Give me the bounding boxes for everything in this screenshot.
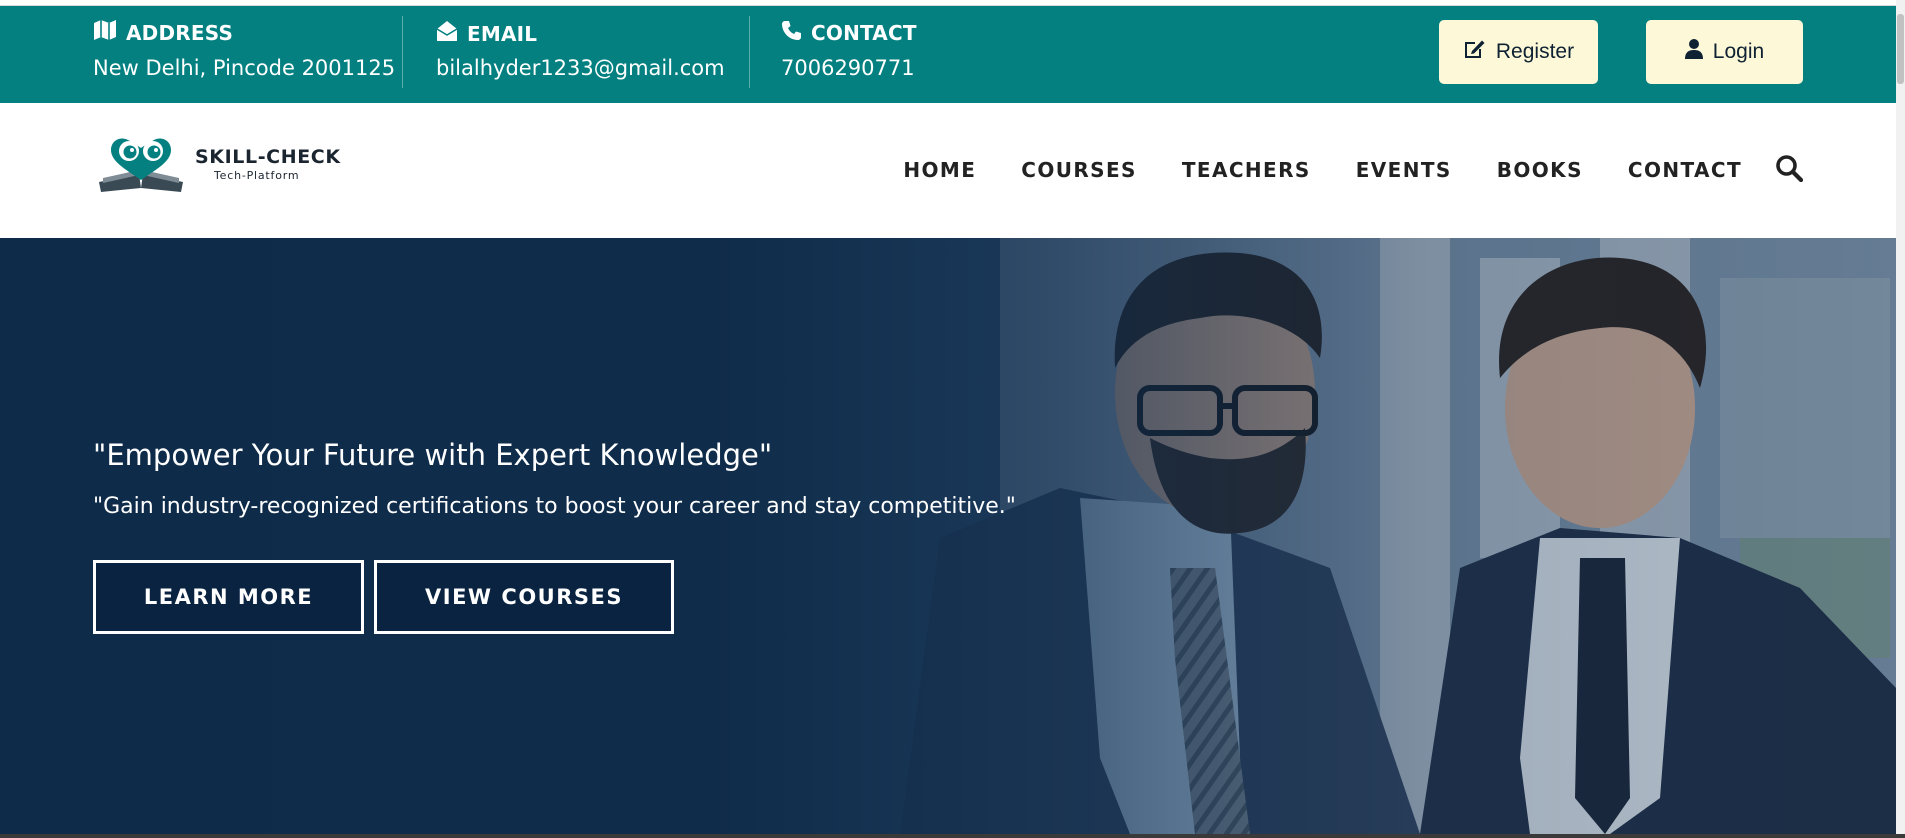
scrollbar-thumb[interactable] xyxy=(1897,14,1904,84)
nav-item-events[interactable]: EVENTS xyxy=(1356,158,1452,182)
top-info-bar: ADDRESS New Delhi, Pincode 2001125 EMAIL… xyxy=(0,6,1896,103)
hero-subtitle: "Gain industry-recognized certifications… xyxy=(93,494,1016,519)
page-scrollbar[interactable] xyxy=(1896,0,1905,838)
login-button[interactable]: Login xyxy=(1646,20,1803,84)
nav-menu: HOME COURSES TEACHERS EVENTS BOOKS CONTA… xyxy=(903,158,1742,182)
nav-item-home[interactable]: HOME xyxy=(903,158,976,182)
nav-item-teachers[interactable]: TEACHERS xyxy=(1182,158,1311,182)
hero-banner: "Empower Your Future with Expert Knowled… xyxy=(0,238,1896,834)
login-label: Login xyxy=(1712,40,1765,63)
divider xyxy=(749,16,750,88)
search-icon[interactable] xyxy=(1775,154,1804,186)
envelope-open-icon xyxy=(436,20,458,47)
divider xyxy=(402,16,403,88)
map-icon xyxy=(93,20,117,45)
register-label: Register xyxy=(1495,40,1575,63)
logo-mark-icon xyxy=(99,138,183,192)
site-logo[interactable]: SKILL-CHECK Tech-Platform xyxy=(97,134,341,194)
view-courses-button[interactable]: VIEW COURSES xyxy=(374,560,674,634)
edit-icon xyxy=(1463,38,1486,66)
phone-icon xyxy=(781,20,802,46)
address-value: New Delhi, Pincode 2001125 xyxy=(93,56,396,80)
logo-title: SKILL-CHECK xyxy=(195,146,341,168)
address-label: ADDRESS xyxy=(126,20,234,45)
user-icon xyxy=(1684,38,1703,66)
contact-label: CONTACT xyxy=(811,21,917,45)
logo-subtitle: Tech-Platform xyxy=(214,169,300,182)
hero-title: "Empower Your Future with Expert Knowled… xyxy=(93,438,773,472)
hero-overlay xyxy=(0,238,1896,834)
email-label: EMAIL xyxy=(467,21,538,46)
window-bottom-edge xyxy=(0,834,1905,838)
contact-value[interactable]: 7006290771 xyxy=(781,56,915,80)
register-button[interactable]: Register xyxy=(1439,20,1598,84)
nav-item-books[interactable]: BOOKS xyxy=(1497,158,1583,182)
learn-more-button[interactable]: LEARN MORE xyxy=(93,560,364,634)
nav-item-contact[interactable]: CONTACT xyxy=(1628,158,1742,182)
email-value[interactable]: bilalhyder1233@gmail.com xyxy=(436,56,725,80)
nav-item-courses[interactable]: COURSES xyxy=(1021,158,1137,182)
main-navbar: SKILL-CHECK Tech-Platform HOME COURSES T… xyxy=(0,103,1896,238)
